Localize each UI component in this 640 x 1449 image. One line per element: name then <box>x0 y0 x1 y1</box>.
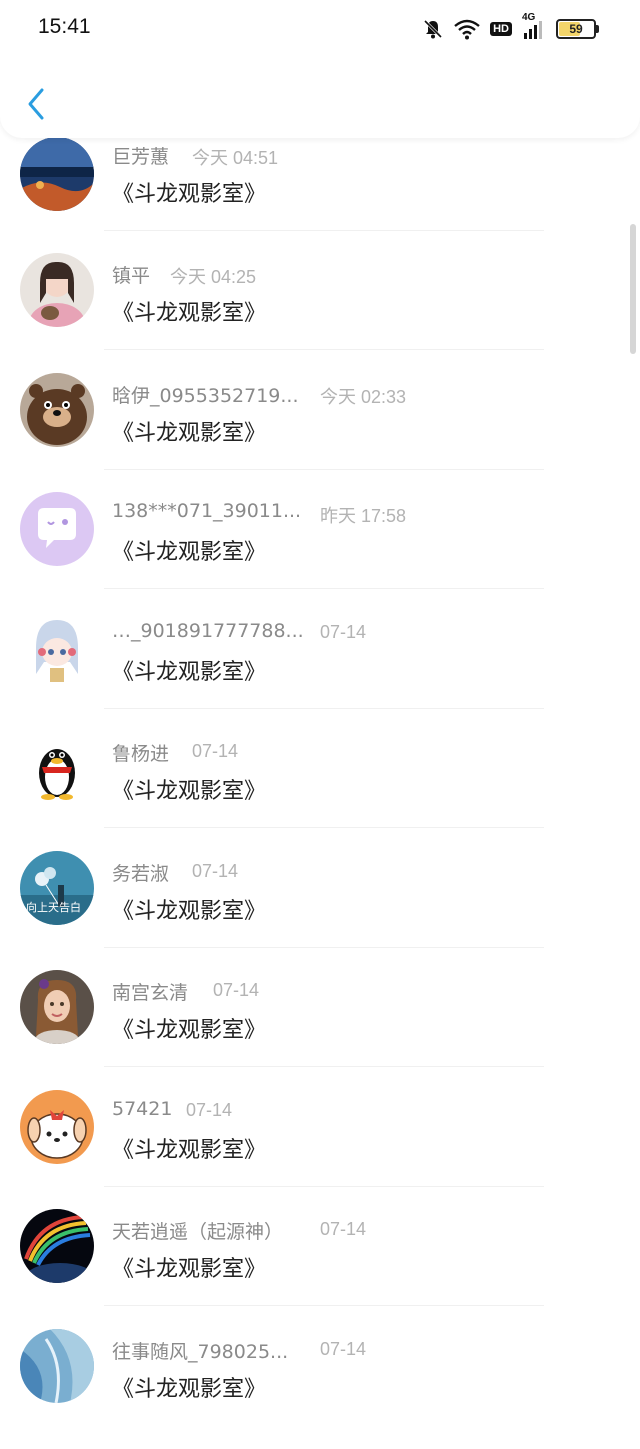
list-item[interactable]: 晗伊_0955352719... 今天 02:33 《斗龙观影室》 <box>0 373 640 493</box>
divider <box>104 349 544 350</box>
avatar[interactable] <box>20 253 94 327</box>
list-item[interactable]: 巨芳蕙 今天 04:51 《斗龙观影室》 <box>0 134 640 254</box>
avatar[interactable] <box>20 1090 94 1164</box>
message-text: 《斗龙观影室》 <box>112 182 267 207</box>
list-item[interactable]: 南宫玄清 07-14 《斗龙观影室》 <box>0 970 640 1090</box>
sender-name: 57421 <box>112 1098 173 1120</box>
avatar[interactable] <box>20 137 94 211</box>
signal-icon: 4G <box>522 12 546 40</box>
divider <box>104 1066 544 1067</box>
divider <box>104 1305 544 1306</box>
message-text: 《斗龙观影室》 <box>112 899 267 924</box>
message-time: 今天 04:25 <box>170 267 257 287</box>
sender-name: 镇平 <box>112 265 151 287</box>
sender-name: 138***071_39011... <box>112 500 302 522</box>
sender-name: 天若逍遥（起源神） <box>112 1221 284 1243</box>
message-time: 今天 02:33 <box>320 387 407 407</box>
message-time: 昨天 17:58 <box>320 506 407 526</box>
message-text: 《斗龙观影室》 <box>112 540 267 565</box>
wifi-icon <box>454 18 480 40</box>
sender-name: 往事随风_798025... <box>112 1341 289 1363</box>
divider <box>104 947 544 948</box>
message-text: 《斗龙观影室》 <box>112 660 267 685</box>
sender-name: 巨芳蕙 <box>112 146 170 168</box>
top-bar: 15:41 HD 4G 59 <box>0 0 640 138</box>
back-button[interactable] <box>24 86 48 122</box>
avatar[interactable] <box>20 731 94 805</box>
message-text: 《斗龙观影室》 <box>112 779 267 804</box>
sender-name: 晗伊_0955352719... <box>112 385 299 407</box>
chevron-left-icon <box>28 88 44 120</box>
battery-level: 59 <box>569 22 583 36</box>
avatar[interactable]: 向上天告白 <box>20 851 94 925</box>
list-item[interactable]: …_901891777788... 07-14 《斗龙观影室》 <box>0 612 640 732</box>
message-text: 《斗龙观影室》 <box>112 1018 267 1043</box>
list-item[interactable]: 天若逍遥（起源神） 07-14 《斗龙观影室》 <box>0 1209 640 1329</box>
divider <box>104 469 544 470</box>
battery-icon: 59 <box>556 19 599 39</box>
sender-name: 南宫玄清 <box>112 982 189 1004</box>
list-item[interactable]: 向上天告白 务若淑 07-14 《斗龙观影室》 <box>0 851 640 971</box>
scrollbar[interactable] <box>630 224 636 354</box>
avatar[interactable] <box>20 492 94 566</box>
avatar[interactable] <box>20 612 94 686</box>
message-time: 07-14 <box>320 1219 367 1239</box>
status-time: 15:41 <box>38 15 91 38</box>
message-time: 今天 04:51 <box>192 148 279 168</box>
message-time: 07-14 <box>186 1100 233 1120</box>
divider <box>104 1186 544 1187</box>
message-time: 07-14 <box>192 741 239 761</box>
divider <box>104 230 544 231</box>
list-item[interactable]: 鲁杨进 07-14 《斗龙观影室》 <box>0 731 640 851</box>
message-text: 《斗龙观影室》 <box>112 1377 267 1402</box>
message-time: 07-14 <box>192 861 239 881</box>
network-label: 4G <box>522 12 536 23</box>
list-item[interactable]: 138***071_39011... 昨天 17:58 《斗龙观影室》 <box>0 492 640 612</box>
sender-name: 务若淑 <box>112 863 170 885</box>
list-item[interactable]: 镇平 今天 04:25 《斗龙观影室》 <box>0 253 640 373</box>
sender-name: 鲁杨进 <box>112 743 170 765</box>
status-icons: HD 4G 59 <box>422 12 599 42</box>
message-text: 《斗龙观影室》 <box>112 301 267 326</box>
avatar-caption: 向上天告白 <box>26 901 81 914</box>
divider <box>104 588 544 589</box>
avatar[interactable] <box>20 1329 94 1403</box>
avatar[interactable] <box>20 1209 94 1283</box>
hd-badge: HD <box>490 22 512 36</box>
avatar[interactable] <box>20 970 94 1044</box>
message-text: 《斗龙观影室》 <box>112 421 267 446</box>
message-text: 《斗龙观影室》 <box>112 1138 267 1163</box>
message-time: 07-14 <box>213 980 260 1000</box>
divider <box>104 827 544 828</box>
sender-name: …_901891777788... <box>112 620 304 642</box>
divider <box>104 708 544 709</box>
list-item[interactable]: 往事随风_798025... 07-14 《斗龙观影室》 <box>0 1329 640 1449</box>
message-time: 07-14 <box>320 1339 367 1359</box>
message-time: 07-14 <box>320 622 367 642</box>
avatar[interactable] <box>20 373 94 447</box>
bell-muted-icon <box>422 18 444 40</box>
message-text: 《斗龙观影室》 <box>112 1257 267 1282</box>
list-item[interactable]: 57421 07-14 《斗龙观影室》 <box>0 1090 640 1210</box>
